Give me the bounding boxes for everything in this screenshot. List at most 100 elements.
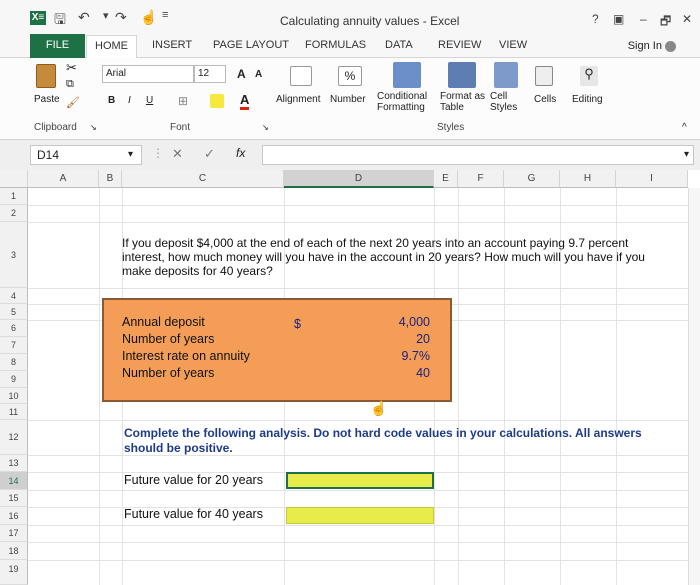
cut-icon[interactable]: ✂: [66, 60, 77, 76]
font-color-icon[interactable]: A: [240, 92, 250, 110]
row-header-11[interactable]: 11: [0, 404, 28, 420]
row-header-16[interactable]: 16: [0, 507, 28, 525]
row-header-13[interactable]: 13: [0, 455, 28, 472]
column-header-h[interactable]: H: [560, 170, 616, 188]
column-header-f[interactable]: F: [458, 170, 504, 188]
row-header-9[interactable]: 9: [0, 371, 28, 388]
save-icon[interactable]: 🖫: [54, 9, 66, 33]
row-header-15[interactable]: 15: [0, 490, 28, 507]
conditional-formatting-icon[interactable]: [393, 62, 421, 88]
paste-icon[interactable]: [36, 64, 56, 88]
row-header-7[interactable]: 7: [0, 337, 28, 354]
alignment-icon[interactable]: [290, 66, 312, 86]
row-header-12[interactable]: 12: [0, 420, 28, 455]
column-header-d[interactable]: D: [284, 170, 434, 188]
row-header-10[interactable]: 10: [0, 388, 28, 404]
tab-formulas[interactable]: FORMULAS: [305, 39, 366, 51]
font-name-box[interactable]: Arial: [102, 65, 194, 83]
excel-app-icon[interactable]: X≡: [30, 11, 46, 25]
collapse-ribbon-icon[interactable]: ^: [682, 122, 687, 133]
copy-icon[interactable]: ⧉: [66, 78, 74, 91]
help-button[interactable]: ?: [592, 12, 599, 26]
tab-home[interactable]: HOME: [86, 35, 137, 59]
row-header-18[interactable]: 18: [0, 542, 28, 560]
column-header-a[interactable]: A: [28, 170, 99, 188]
ribbon-tabs: FILE HOME INSERT PAGE LAYOUT FORMULAS DA…: [0, 34, 700, 59]
name-box-dropdown-icon[interactable]: ▾: [128, 149, 133, 160]
font-size-box[interactable]: 12: [194, 65, 226, 83]
minimize-button[interactable]: –: [640, 12, 647, 26]
row-header-14[interactable]: 14: [0, 472, 28, 490]
tab-file[interactable]: FILE: [30, 34, 85, 58]
touch-mode-icon[interactable]: ☝: [140, 9, 157, 26]
cells-button[interactable]: Cells: [534, 94, 556, 105]
dropdown-icon[interactable]: ▾: [103, 9, 109, 22]
row-header-1[interactable]: 1: [0, 188, 28, 205]
expand-formula-bar-icon[interactable]: ▾: [684, 149, 689, 160]
format-as-table-button[interactable]: Format as Table: [440, 91, 488, 113]
row-header-3[interactable]: 3: [0, 222, 28, 288]
redo-icon[interactable]: ↷: [115, 9, 127, 26]
shrink-font-button[interactable]: A: [255, 69, 262, 80]
percent-icon[interactable]: %: [338, 66, 362, 86]
conditional-formatting-button[interactable]: Conditional Formatting: [377, 91, 437, 113]
row-header-17[interactable]: 17: [0, 525, 28, 542]
label-number-of-years: Number of years: [122, 332, 215, 346]
italic-button[interactable]: I: [128, 95, 131, 106]
column-header-b[interactable]: B: [99, 170, 122, 188]
tab-review[interactable]: REVIEW: [438, 39, 481, 51]
binoculars-icon[interactable]: ⚲: [580, 66, 598, 86]
value-annual-deposit[interactable]: 4,000: [399, 315, 430, 329]
underline-button[interactable]: U: [146, 95, 153, 106]
cancel-entry-icon[interactable]: ✕: [172, 146, 183, 162]
customize-qat-icon[interactable]: ≡: [162, 9, 168, 21]
answer-cell-fv-40[interactable]: [286, 507, 434, 524]
close-button[interactable]: ✕: [682, 12, 692, 26]
insert-function-icon[interactable]: fx: [236, 146, 245, 160]
grow-font-button[interactable]: A: [237, 67, 246, 81]
row-header-2[interactable]: 2: [0, 205, 28, 222]
formula-input[interactable]: [262, 145, 694, 165]
column-header-g[interactable]: G: [504, 170, 560, 188]
tab-insert[interactable]: INSERT: [152, 39, 192, 51]
column-header-e[interactable]: E: [434, 170, 458, 188]
bold-button[interactable]: B: [108, 95, 115, 106]
column-header-i[interactable]: I: [616, 170, 688, 188]
tab-view[interactable]: VIEW: [499, 39, 527, 51]
row-header-4[interactable]: 4: [0, 288, 28, 304]
tab-data[interactable]: DATA: [385, 39, 413, 51]
answer-cell-fv-20[interactable]: [286, 472, 434, 489]
row-header-8[interactable]: 8: [0, 354, 28, 371]
alignment-button[interactable]: Alignment: [276, 94, 320, 105]
row-header-5[interactable]: 5: [0, 304, 28, 320]
undo-icon[interactable]: ↶: [78, 9, 90, 26]
ribbon-display-icon[interactable]: ▣: [613, 12, 624, 26]
value-interest-rate[interactable]: 9.7%: [402, 349, 431, 363]
sign-in-link[interactable]: Sign In: [628, 40, 676, 52]
borders-icon[interactable]: ⊞: [178, 94, 188, 108]
enter-entry-icon[interactable]: ✓: [204, 146, 215, 162]
cell-styles-icon[interactable]: [494, 62, 518, 88]
restore-button[interactable]: 🗗: [660, 12, 671, 33]
fill-color-icon[interactable]: [210, 94, 224, 108]
clipboard-launcher-icon[interactable]: ↘: [90, 123, 97, 132]
worksheet-grid[interactable]: A B C D E F G H I 1 2 3 4 5 6 7 8 9 10 1…: [0, 170, 700, 585]
tab-page-layout[interactable]: PAGE LAYOUT: [213, 39, 289, 51]
vertical-scrollbar[interactable]: [688, 188, 700, 585]
paste-button[interactable]: Paste: [34, 94, 60, 105]
row-header-6[interactable]: 6: [0, 320, 28, 337]
name-box[interactable]: D14: [30, 145, 142, 165]
row-header-19[interactable]: 19: [0, 560, 28, 585]
value-number-of-years-2[interactable]: 40: [416, 366, 430, 380]
value-number-of-years[interactable]: 20: [416, 332, 430, 346]
format-as-table-icon[interactable]: [448, 62, 476, 88]
number-button[interactable]: Number: [330, 94, 366, 105]
font-launcher-icon[interactable]: ↘: [262, 123, 269, 132]
cells-icon[interactable]: [535, 66, 553, 86]
editing-button[interactable]: Editing: [572, 94, 603, 105]
select-all-corner[interactable]: [0, 170, 28, 188]
format-painter-icon[interactable]: 🖌: [66, 96, 80, 109]
ribbon: Paste ✂ ⧉ 🖌 Clipboard ↘ Arial 12 A A B I…: [0, 58, 700, 140]
cell-styles-button[interactable]: Cell Styles: [490, 91, 530, 113]
column-header-c[interactable]: C: [122, 170, 284, 188]
